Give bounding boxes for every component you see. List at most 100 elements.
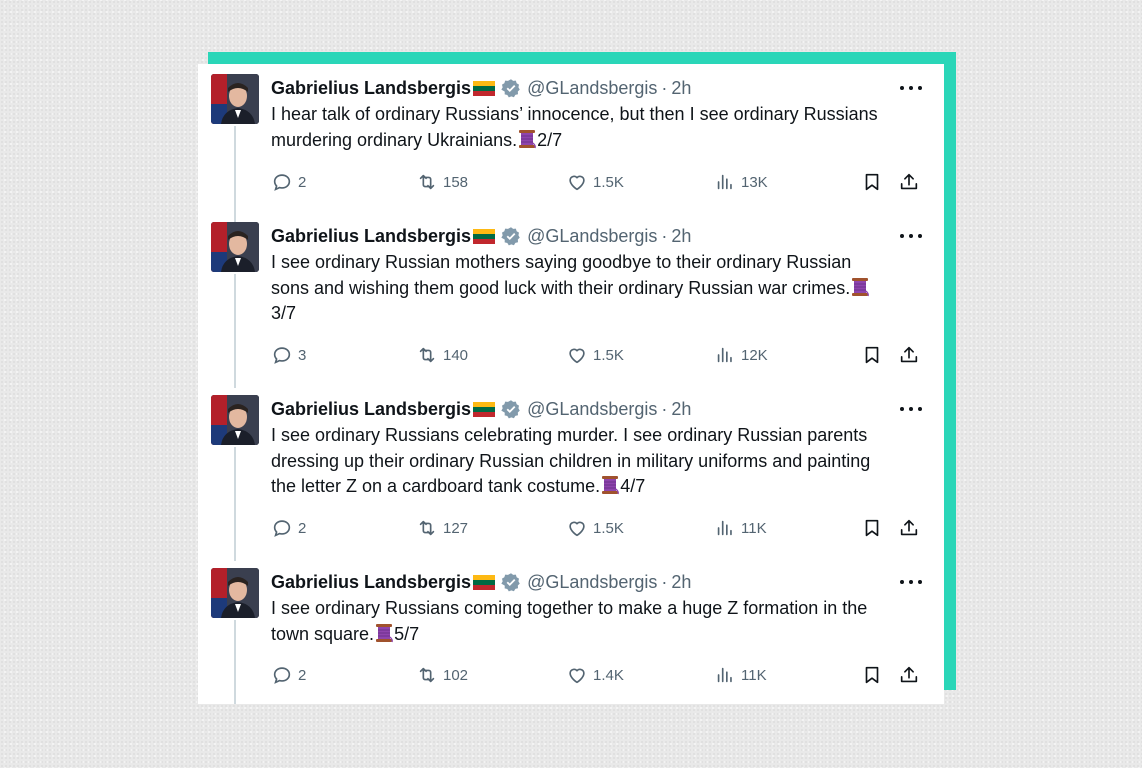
tweet[interactable]: Gabrielius Landsbergis @GLandsbergis · 2… [198,558,944,704]
more-options-icon[interactable] [900,76,922,100]
author-handle[interactable]: @GLandsbergis [527,397,657,421]
bookmark-button[interactable] [861,170,883,194]
lithuania-flag-icon [473,80,496,96]
retweet-button[interactable]: 140 [416,343,468,367]
views-button[interactable]: 11K [714,663,767,687]
tweet[interactable]: Gabrielius Landsbergis @GLandsbergis · 2… [198,212,944,388]
bookmark-button[interactable] [861,343,883,367]
retweet-count: 158 [443,173,469,191]
retweet-icon [419,667,435,683]
like-button[interactable]: 1.4K [566,663,624,687]
action-bar: 2 102 1.4K 11K [198,663,944,687]
avatar[interactable] [211,222,259,272]
views-chart-icon [717,520,732,536]
like-count: 1.5K [593,173,624,191]
share-icon [900,519,918,536]
timestamp[interactable]: 2h [671,397,691,421]
thread-counter: 2/7 [537,129,563,150]
timestamp[interactable]: 2h [671,76,691,100]
reply-icon [273,347,291,364]
timestamp[interactable]: 2h [671,224,691,248]
reply-count: 2 [298,666,307,684]
thread-connector-line [234,447,236,561]
bookmark-button[interactable] [861,516,883,540]
reply-icon [273,667,291,684]
more-options-icon[interactable] [900,397,922,421]
action-bar: 2 158 1.5K 13K [198,170,944,194]
spool-of-thread-emoji [602,476,620,495]
like-button[interactable]: 1.5K [566,170,624,194]
tweet-text: I hear talk of ordinary Russians’ innoce… [271,102,931,153]
retweet-button[interactable]: 102 [416,663,468,687]
like-button[interactable]: 1.5K [566,516,624,540]
like-button[interactable]: 1.5K [566,343,624,367]
more-options-icon[interactable] [900,224,922,248]
bookmark-icon [865,519,879,537]
views-chart-icon [717,667,732,683]
author-name[interactable]: Gabrielius Landsbergis [271,397,471,421]
retweet-count: 140 [443,346,469,364]
verified-badge-icon [501,227,520,246]
spool-of-thread-emoji [852,277,870,296]
spool-of-thread-emoji [376,623,393,642]
avatar[interactable] [211,568,259,618]
thread-connector-line [234,274,236,388]
thread-connector-line [234,620,236,704]
views-button[interactable]: 13K [714,170,768,194]
avatar[interactable] [211,395,259,445]
share-icon [900,666,918,683]
retweet-icon [419,347,435,363]
share-icon [900,173,918,190]
retweet-button[interactable]: 158 [416,170,468,194]
heart-icon [569,521,585,537]
tweet-body: I hear talk of ordinary Russians’ innoce… [271,104,878,150]
thread-counter: 5/7 [394,623,420,644]
views-count: 13K [741,173,768,191]
reply-button[interactable]: 2 [271,663,306,687]
views-count: 11K [741,666,767,684]
tweet-body: I see ordinary Russian mothers saying go… [271,252,852,298]
reply-button[interactable]: 2 [271,516,306,540]
author-name[interactable]: Gabrielius Landsbergis [271,570,471,594]
views-chart-icon [717,174,732,190]
retweet-count: 127 [443,519,469,537]
share-button[interactable] [898,343,920,367]
views-button[interactable]: 12K [714,343,768,367]
views-button[interactable]: 11K [714,516,767,540]
author-handle[interactable]: @GLandsbergis [527,224,657,248]
tweet[interactable]: Gabrielius Landsbergis @GLandsbergis · 2… [198,385,944,561]
timestamp[interactable]: 2h [671,570,691,594]
author-name[interactable]: Gabrielius Landsbergis [271,224,471,248]
share-button[interactable] [898,516,920,540]
separator-dot: · [661,399,668,419]
separator-dot: · [661,572,668,592]
spool-of-thread-emoji [519,129,537,148]
share-icon [900,346,918,363]
reply-button[interactable]: 2 [271,170,306,194]
views-chart-icon [717,347,732,363]
like-count: 1.4K [593,666,624,684]
views-count: 11K [741,519,767,537]
tweet-text: I see ordinary Russian mothers saying go… [271,250,931,327]
like-count: 1.5K [593,519,624,537]
more-options-icon[interactable] [900,570,922,594]
thread-card: Gabrielius Landsbergis @GLandsbergis · 2… [198,64,944,704]
heart-icon [569,668,585,684]
like-count: 1.5K [593,346,624,364]
author-handle[interactable]: @GLandsbergis [527,76,657,100]
retweet-icon [419,174,435,190]
reply-button[interactable]: 3 [271,343,306,367]
share-button[interactable] [898,663,920,687]
tweet-body: I see ordinary Russians celebrating murd… [271,425,871,496]
author-handle[interactable]: @GLandsbergis [527,570,657,594]
lithuania-flag-icon [473,228,496,244]
share-button[interactable] [898,170,920,194]
retweet-button[interactable]: 127 [416,516,468,540]
tweet-text: I see ordinary Russians coming together … [271,596,931,647]
bookmark-button[interactable] [861,663,883,687]
tweet[interactable]: Gabrielius Landsbergis @GLandsbergis · 2… [198,64,944,226]
action-bar: 2 127 1.5K 11K [198,516,944,540]
author-name[interactable]: Gabrielius Landsbergis [271,76,471,100]
reply-icon [273,174,291,191]
avatar[interactable] [211,74,259,124]
